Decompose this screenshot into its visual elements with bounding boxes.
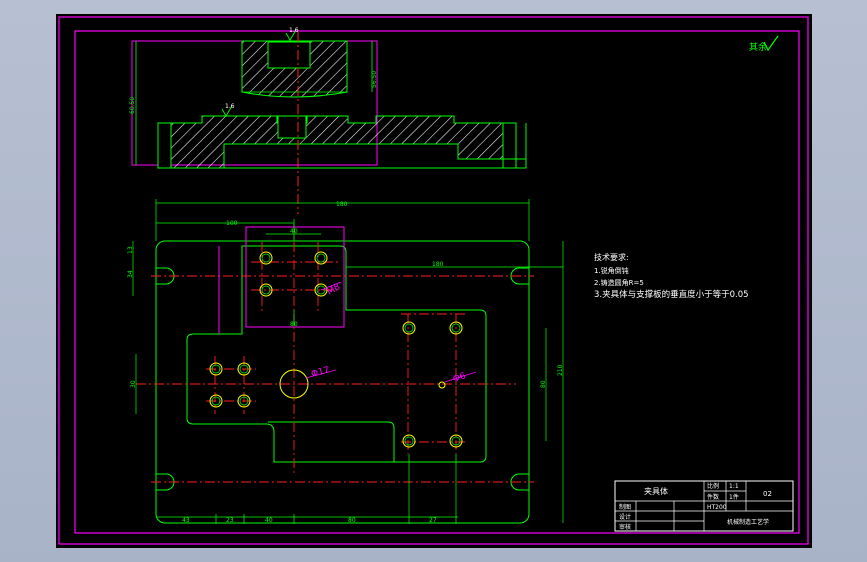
- inner-border: [74, 30, 800, 534]
- dim-right-height: 80: [540, 380, 547, 388]
- dim-mid-row: 180: [432, 261, 444, 268]
- fixture-left-lug: [157, 122, 172, 169]
- plan-inner-profile: [186, 245, 487, 463]
- dim-inner-width: 40: [290, 228, 298, 235]
- thread-callout: M8: [326, 282, 343, 298]
- section-right-dim: 56.50: [371, 71, 378, 88]
- dim-center: 80: [290, 321, 298, 328]
- dim-left-top: 13: [127, 246, 134, 254]
- technical-requirements: 技术要求: 1.锐角倒钝 2.铸造圆角R=5 3.夹具体与支撑板的垂直度小于等于…: [594, 252, 749, 300]
- tech-req-title: 技术要求:: [594, 252, 629, 262]
- mounting-slots: [156, 267, 529, 491]
- tech-req-item-3: 3.夹具体与支撑板的垂直度小于等于0.05: [594, 289, 749, 300]
- count-label: 件数: [707, 493, 719, 501]
- dim-bottom-1: 43: [182, 517, 190, 524]
- drawing-no: 02: [763, 490, 772, 498]
- cad-drawing-frame: 其余 1.6 1.6 60.50 56.50 M8 Φ17 Φ6 180 100…: [56, 14, 812, 548]
- dim-bottom-5: 27: [429, 517, 437, 524]
- outer-border: [58, 16, 809, 545]
- section-left-dim: 60.50: [129, 97, 136, 114]
- dim-right-overall: 210: [557, 364, 564, 376]
- part-name: 夹具体: [644, 486, 668, 496]
- plan-dimension-lines: [132, 199, 564, 524]
- fixture-center-slot: [277, 115, 307, 139]
- dim-overall-width: 180: [336, 201, 348, 208]
- school-name: 机械制造工艺学: [727, 518, 769, 526]
- pin-phi6: [438, 381, 446, 389]
- plan-centerlines: [136, 224, 534, 483]
- count-value: 1件: [729, 493, 739, 501]
- title-block: 夹具体 比例 1:1 件数 1件 HT200 02 制图 设计 审核 机械制造工…: [614, 480, 794, 532]
- reviewer-label: 审核: [619, 523, 631, 531]
- dim-bottom-2: 23: [226, 517, 234, 524]
- dim-bottom-4: 80: [348, 517, 356, 524]
- plan-body-outline: [155, 240, 530, 524]
- pin-callout: Φ6: [452, 371, 468, 385]
- drawn-label: 制图: [619, 503, 631, 511]
- dim-upper-left: 100: [226, 220, 238, 227]
- bore-callout: Φ17: [310, 365, 331, 379]
- plan-lower-step: [268, 421, 395, 462]
- fixture-right-lug: [502, 122, 517, 169]
- designer-label: 设计: [619, 513, 631, 521]
- engineering-drawing: 其余 1.6 1.6 60.50 56.50 M8 Φ17 Φ6 180 100…: [58, 16, 809, 545]
- tech-req-item-1: 1.锐角倒钝: [594, 266, 629, 275]
- dim-left-mid: 30: [130, 380, 137, 388]
- tech-req-item-2: 2.铸造圆角R=5: [594, 278, 644, 287]
- fixture-body-section: [157, 115, 514, 169]
- dim-bottom-3: 40: [265, 517, 273, 524]
- plan-holes: [209, 251, 463, 448]
- section-view: 1.6 1.6 60.50 56.50: [129, 27, 527, 214]
- plan-workpiece-outline: [245, 226, 345, 328]
- upper-block-bore: [267, 41, 311, 69]
- scale-value: 1:1: [729, 483, 739, 490]
- scale-label: 比例: [707, 482, 719, 490]
- plan-view: M8 Φ17 Φ6 180 100 40 180 80 13 34 30 80 …: [127, 199, 564, 524]
- roughness-left-label: 1.6: [225, 103, 235, 110]
- material-value: HT200: [707, 504, 727, 511]
- dim-left-upper: 34: [127, 270, 134, 278]
- roughness-top-label: 1.6: [289, 27, 299, 34]
